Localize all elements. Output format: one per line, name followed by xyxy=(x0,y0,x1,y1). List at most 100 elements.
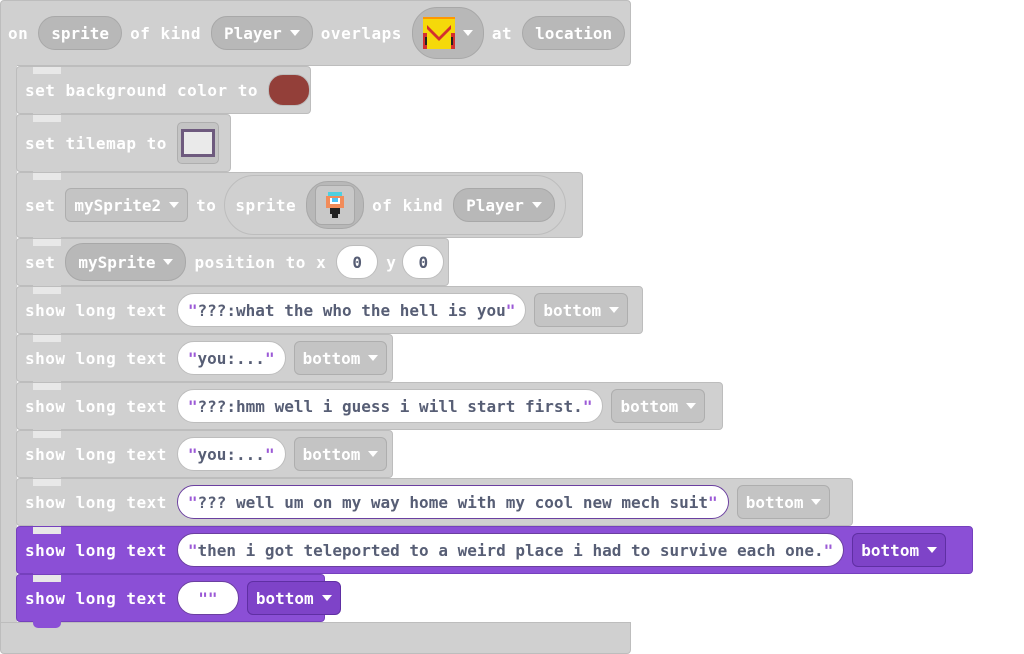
set-background-color-block[interactable]: set background color to xyxy=(16,66,311,120)
sprite-kind-value: Player xyxy=(466,195,524,215)
chevron-down-icon xyxy=(169,202,180,208)
position-dropdown[interactable]: bottom xyxy=(736,485,831,519)
position-dropdown[interactable]: bottom xyxy=(611,389,706,423)
tilemap-preview-icon xyxy=(180,129,215,157)
show-long-text-label: show long text xyxy=(25,396,167,416)
position-value: bottom xyxy=(543,300,602,320)
text-value: ???:what the who the hell is you xyxy=(197,300,506,320)
position-dropdown[interactable]: bottom xyxy=(293,437,388,471)
chevron-down-icon xyxy=(368,451,379,457)
chevron-down-icon xyxy=(609,307,620,313)
chevron-down-icon xyxy=(289,30,300,36)
background-color-swatch[interactable] xyxy=(268,74,310,106)
set-label: set xyxy=(25,195,56,215)
block-notch xyxy=(33,527,61,534)
hat-overlaps-label: overlaps xyxy=(320,23,402,43)
position-value: bottom xyxy=(861,540,920,560)
text-input[interactable]: " ???:what the who the hell is you " xyxy=(176,293,527,327)
text-value: you:... xyxy=(197,348,265,368)
position-dropdown[interactable]: bottom xyxy=(852,533,947,567)
hat-location-param[interactable]: location xyxy=(522,16,626,50)
show-long-text-block-selected[interactable]: show long text " then i got teleported to… xyxy=(16,526,973,580)
show-long-text-block-selected[interactable]: show long text " " bottom xyxy=(16,574,341,628)
hat-kind-value: Player xyxy=(224,23,282,43)
show-long-text-block[interactable]: show long text " ???:hmm well i guess i w… xyxy=(16,382,723,436)
sprite-image-picker[interactable] xyxy=(306,181,365,229)
text-input[interactable]: " then i got teleported to a weird place … xyxy=(176,533,845,567)
text-input[interactable]: " you:... " xyxy=(176,437,286,471)
set-tilemap-label: set tilemap to xyxy=(25,133,167,153)
show-long-text-label: show long text xyxy=(25,300,167,320)
show-long-text-block[interactable]: show long text " you:... " bottom xyxy=(16,334,393,388)
sprite-kind-dropdown[interactable]: Player xyxy=(453,188,555,222)
block-notch xyxy=(33,383,61,390)
variable-dropdown[interactable]: mySprite2 xyxy=(65,188,189,222)
position-value: bottom xyxy=(620,396,679,416)
show-long-text-block[interactable]: show long text " you:... " bottom xyxy=(16,430,393,484)
hat-at-label: at xyxy=(491,23,513,43)
sprite-of-kind-label: of kind xyxy=(372,195,444,215)
text-value: ??? well um on my way home with my cool … xyxy=(197,492,709,512)
hat-block-footer xyxy=(0,622,631,654)
position-to-x-label: position to x xyxy=(194,252,327,272)
hat-block-spine xyxy=(0,60,17,626)
block-notch xyxy=(33,67,61,74)
show-long-text-label: show long text xyxy=(25,444,167,464)
block-notch xyxy=(33,173,61,180)
show-long-text-block[interactable]: show long text " ???:what the who the hel… xyxy=(16,286,643,340)
chevron-down-icon xyxy=(811,499,822,505)
show-long-text-label: show long text xyxy=(25,492,167,512)
block-notch xyxy=(33,287,61,294)
position-dropdown[interactable]: bottom xyxy=(534,293,629,327)
text-value: then i got teleported to a weird place i… xyxy=(197,540,824,560)
hat-of-kind-label: of kind xyxy=(130,23,201,43)
chevron-down-icon xyxy=(531,202,542,208)
text-input[interactable]: " ???:hmm well i guess i will start first… xyxy=(176,389,604,423)
y-input[interactable]: 0 xyxy=(402,245,445,279)
chevron-down-icon xyxy=(163,259,174,265)
hat-on-label: on xyxy=(8,23,29,43)
block-notch xyxy=(33,335,61,342)
set-label: set xyxy=(25,252,56,272)
sprite-variable-reporter[interactable]: mySprite xyxy=(65,243,187,281)
position-value: bottom xyxy=(255,588,314,608)
variable-name: mySprite2 xyxy=(74,195,162,215)
position-value: bottom xyxy=(302,444,361,464)
text-value: you:... xyxy=(197,444,265,464)
hat-sprite-param[interactable]: sprite xyxy=(38,16,123,50)
show-long-text-label: show long text xyxy=(25,348,167,368)
set-tilemap-block[interactable]: set tilemap to xyxy=(16,114,231,178)
show-long-text-block[interactable]: show long text "??? well um on my way ho… xyxy=(16,478,853,532)
text-input[interactable]: "??? well um on my way home with my cool… xyxy=(176,485,729,519)
sprite-label: sprite xyxy=(235,195,297,215)
create-sprite-reporter[interactable]: sprite of kind Player xyxy=(224,175,566,235)
tile-image-dropdown[interactable] xyxy=(411,7,484,59)
block-notch xyxy=(33,239,61,246)
hat-kind-dropdown[interactable]: Player xyxy=(211,16,313,50)
sprite-image-icon xyxy=(326,192,345,218)
x-input[interactable]: 0 xyxy=(336,245,379,279)
block-notch xyxy=(33,431,61,438)
text-input[interactable]: " you:... " xyxy=(176,341,286,375)
position-dropdown[interactable]: bottom xyxy=(293,341,388,375)
position-dropdown[interactable]: bottom xyxy=(246,581,341,615)
chevron-down-icon xyxy=(927,547,938,553)
tilemap-picker[interactable] xyxy=(176,122,219,164)
block-notch xyxy=(33,479,61,486)
text-value: ???:hmm well i guess i will start first. xyxy=(197,396,583,416)
sprite-variable-name: mySprite xyxy=(78,252,156,272)
tile-image-icon xyxy=(422,17,455,49)
set-bg-label: set background color to xyxy=(25,80,259,100)
text-input[interactable]: " " xyxy=(176,581,239,615)
position-value: bottom xyxy=(745,492,804,512)
set-sprite-variable-block[interactable]: set mySprite2 to sprite of kind Player xyxy=(16,172,583,244)
block-tab xyxy=(33,621,61,628)
chevron-down-icon xyxy=(462,30,473,36)
sprite-image-frame xyxy=(315,185,356,225)
overlap-event-hat-block[interactable]: on sprite of kind Player overlaps at loc… xyxy=(0,0,631,66)
chevron-down-icon xyxy=(321,595,332,601)
y-label: y xyxy=(386,252,397,272)
block-notch xyxy=(33,575,61,582)
show-long-text-label: show long text xyxy=(25,540,167,560)
set-position-block[interactable]: set mySprite position to x 0 y 0 xyxy=(16,238,449,292)
